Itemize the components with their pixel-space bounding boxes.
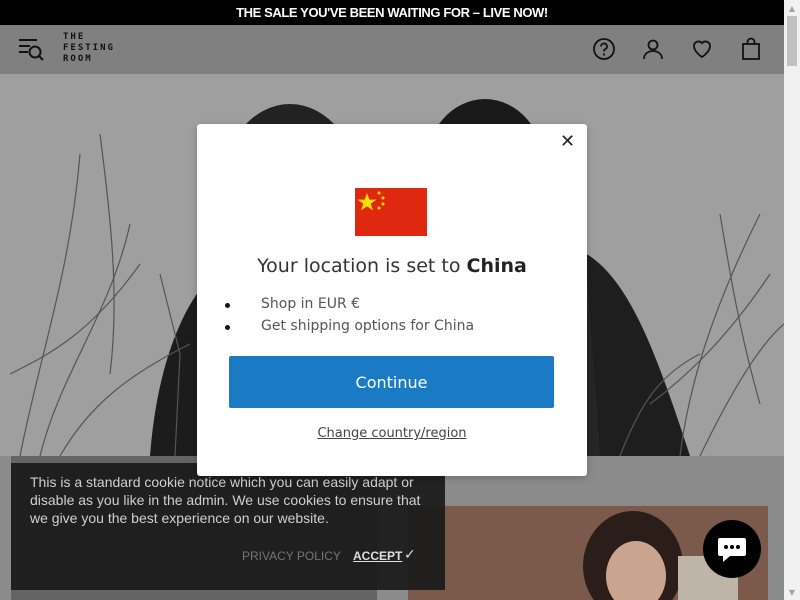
scrollbar[interactable]: ▲ ▼ bbox=[784, 0, 800, 600]
check-icon[interactable]: ✓ bbox=[404, 547, 416, 563]
privacy-policy-link[interactable]: PRIVACY POLICY bbox=[242, 549, 341, 563]
account-icon[interactable] bbox=[641, 37, 665, 61]
location-modal: ✕ Your location is set to China Shop in … bbox=[197, 124, 587, 476]
benefit-currency: Shop in EUR € bbox=[261, 296, 361, 312]
close-icon[interactable]: ✕ bbox=[560, 133, 576, 151]
bullet-icon bbox=[225, 303, 230, 308]
cookie-notice: This is a standard cookie notice which y… bbox=[11, 463, 445, 590]
location-heading: Your location is set to China bbox=[197, 255, 587, 277]
logo-line: THE bbox=[63, 32, 86, 42]
site-header: THE FESTING ROOM bbox=[0, 25, 784, 74]
wishlist-icon[interactable] bbox=[690, 37, 714, 61]
chat-button[interactable] bbox=[703, 520, 761, 578]
announcement-text: THE SALE YOU'VE BEEN WAITING FOR – LIVE … bbox=[236, 5, 548, 20]
change-country-link[interactable]: Change country/region bbox=[197, 426, 587, 441]
benefit-shipping: Get shipping options for China bbox=[261, 318, 475, 334]
scroll-up-arrow[interactable]: ▲ bbox=[784, 0, 800, 16]
scroll-thumb[interactable] bbox=[787, 16, 797, 66]
announcement-bar[interactable]: THE SALE YOU'VE BEEN WAITING FOR – LIVE … bbox=[0, 0, 784, 25]
scroll-down-arrow[interactable]: ▼ bbox=[784, 584, 800, 600]
site-logo[interactable]: THE FESTING ROOM bbox=[63, 32, 115, 65]
chat-bubble-icon bbox=[718, 538, 746, 562]
location-country: China bbox=[466, 255, 527, 277]
location-prefix: Your location is set to bbox=[257, 255, 461, 277]
bullet-icon bbox=[225, 325, 230, 330]
continue-button[interactable]: Continue bbox=[229, 356, 554, 408]
logo-line: FESTING bbox=[63, 43, 115, 53]
bag-icon[interactable] bbox=[739, 37, 763, 61]
menu-search-icon[interactable] bbox=[18, 37, 46, 63]
accept-cookies-button[interactable]: ACCEPT bbox=[353, 549, 402, 563]
cookie-text: This is a standard cookie notice which y… bbox=[30, 474, 421, 526]
logo-line: ROOM bbox=[63, 54, 93, 64]
help-icon[interactable] bbox=[592, 37, 616, 61]
china-flag-icon bbox=[355, 188, 427, 236]
